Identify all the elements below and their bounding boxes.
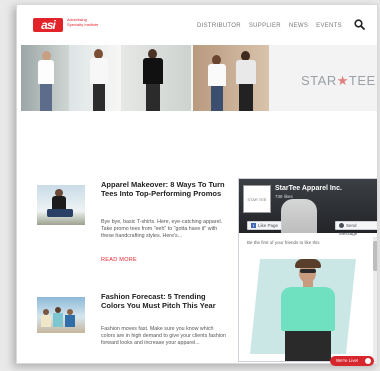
nav-news[interactable]: NEWS — [289, 23, 308, 29]
site-header: asi Advertising Specialty Institute DIST… — [17, 5, 377, 39]
banner-photo-2 — [69, 45, 121, 111]
facebook-widget-scrollbar[interactable] — [373, 237, 377, 361]
messenger-icon — [339, 223, 344, 228]
nav-supplier[interactable]: SUPPLIER — [249, 23, 281, 29]
facebook-f-icon: f — [251, 223, 256, 228]
facebook-post-image[interactable] — [245, 253, 369, 361]
nav-events[interactable]: EVENTS — [316, 23, 342, 29]
banner-photo-4 — [193, 45, 269, 111]
web-page: asi Advertising Specialty Institute DIST… — [16, 4, 378, 364]
chat-icon — [365, 358, 371, 364]
search-icon[interactable] — [354, 19, 365, 30]
facebook-page-avatar[interactable]: STAR TEE — [243, 185, 271, 213]
logo-tagline: Advertising Specialty Institute — [67, 17, 99, 27]
main-nav: DISTRIBUTOR SUPPLIER NEWS EVENTS — [197, 23, 342, 29]
hero-banner[interactable]: STAR★TEE — [21, 45, 377, 111]
banner-photo-3 — [121, 45, 191, 111]
like-page-button[interactable]: f Like Page — [247, 221, 283, 230]
banner-photo-1 — [21, 45, 69, 111]
startee-wordmark: STAR★TEE — [301, 73, 376, 88]
facebook-like-count: 738 likes — [275, 194, 293, 199]
asi-logo[interactable]: asi — [33, 18, 63, 32]
article-title[interactable]: Apparel Makeover: 8 Ways To Turn Tees In… — [101, 180, 231, 198]
article-excerpt: Bye bye, basic T-shirts. Here, eye-catch… — [101, 219, 223, 239]
facebook-page-name[interactable]: StarTee Apparel Inc. — [275, 185, 342, 192]
article-title[interactable]: Fashion Forecast: 5 Trending Colors You … — [101, 292, 231, 310]
article-excerpt: Fashion moves fast. Make sure you know w… — [101, 326, 226, 346]
read-more-link[interactable]: READ MORE — [101, 257, 137, 263]
article-card: Apparel Makeover: 8 Ways To Turn Tees In… — [37, 180, 227, 267]
live-chat-button[interactable]: We're Live! — [330, 356, 374, 366]
nav-distributor[interactable]: DISTRIBUTOR — [197, 23, 241, 29]
article-thumbnail[interactable] — [37, 297, 85, 333]
facebook-page-widget: STAR TEE StarTee Apparel Inc. 738 likes … — [238, 178, 377, 362]
scrollbar-thumb[interactable] — [373, 241, 377, 271]
facebook-cover-photo[interactable]: STAR TEE StarTee Apparel Inc. 738 likes … — [239, 179, 377, 236]
send-message-button[interactable]: Send Message — [335, 221, 377, 236]
article-card: Fashion Forecast: 5 Trending Colors You … — [37, 292, 227, 363]
facebook-friends-note: Be the first of your friends to like thi… — [247, 240, 320, 245]
article-thumbnail[interactable] — [37, 185, 85, 225]
